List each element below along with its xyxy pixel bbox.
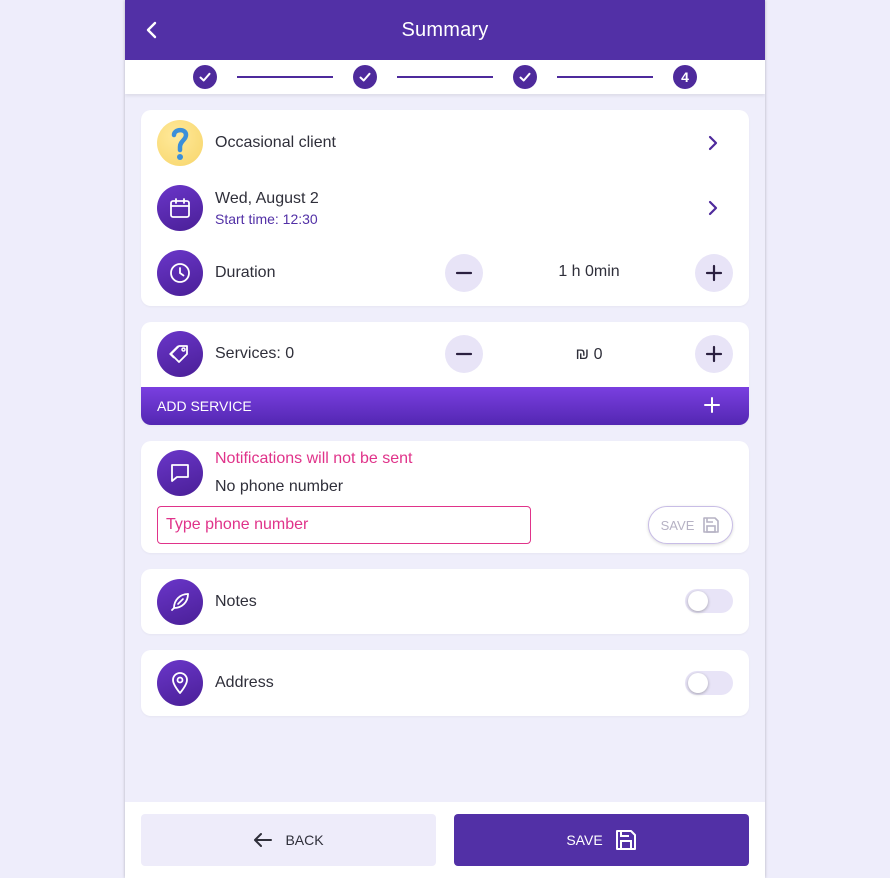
feather-pen-icon [157, 579, 203, 625]
decrease-services-button[interactable] [445, 335, 483, 373]
address-card: Address [141, 650, 749, 716]
calendar-icon [157, 185, 203, 231]
save-phone-button[interactable]: SAVE [648, 506, 733, 544]
page-title: Summary [401, 18, 489, 41]
header-bar: Summary [125, 0, 765, 60]
check-icon [519, 72, 531, 82]
question-mark-icon [157, 120, 203, 166]
date-row[interactable]: Wed, August 2 Start time: 12:30 [141, 175, 749, 240]
duration-row: Duration 1 h 0min [141, 240, 749, 305]
plus-icon [704, 397, 720, 413]
price-tag-icon [157, 331, 203, 377]
toggle-knob [688, 673, 708, 693]
step-3-complete [513, 65, 537, 89]
save-button-label: SAVE [566, 832, 603, 848]
address-toggle[interactable] [685, 671, 733, 695]
back-button[interactable]: BACK [141, 814, 436, 866]
back-button-label: BACK [285, 832, 324, 848]
step-number: 4 [681, 69, 689, 85]
notifications-warning: Notifications will not be sent [215, 450, 413, 467]
services-price: ₪ 0 [575, 346, 603, 363]
start-time: Start time: 12:30 [215, 211, 318, 227]
client-row[interactable]: Occasional client [141, 110, 749, 175]
appointment-date: Wed, August 2 [215, 190, 319, 207]
increase-duration-button[interactable] [695, 254, 733, 292]
step-connector [557, 76, 653, 78]
plus-icon [705, 345, 723, 363]
step-connector [237, 76, 333, 78]
floppy-disk-icon [703, 517, 720, 533]
save-button[interactable]: SAVE [454, 814, 749, 866]
chevron-left-icon [146, 21, 157, 39]
toggle-knob [688, 591, 708, 611]
step-connector [397, 76, 493, 78]
duration-value: 1 h 0min [558, 263, 620, 280]
check-icon [359, 72, 371, 82]
services-row: Services: 0 ₪ 0 [141, 322, 749, 387]
duration-label: Duration [215, 264, 276, 281]
appointment-card: Occasional client Wed, August 2 Start ti… [141, 110, 749, 306]
chevron-right-icon[interactable] [701, 196, 725, 220]
decrease-duration-button[interactable] [445, 254, 483, 292]
add-service-label: ADD SERVICE [157, 398, 252, 414]
add-service-button[interactable]: ADD SERVICE [141, 387, 749, 425]
step-4-current: 4 [673, 65, 697, 89]
plus-icon [705, 264, 723, 282]
notifications-card: Notifications will not be sent No phone … [141, 441, 749, 553]
increase-services-button[interactable] [695, 335, 733, 373]
minus-icon [455, 271, 473, 275]
step-1-complete [193, 65, 217, 89]
services-count-label: Services: 0 [215, 345, 295, 362]
save-phone-label: SAVE [660, 517, 695, 533]
services-card: Services: 0 ₪ 0 ADD SERVICE [141, 322, 749, 425]
clock-icon [157, 250, 203, 296]
back-arrow-button[interactable] [137, 15, 167, 45]
chat-bubble-icon [157, 450, 203, 496]
notes-card: Notes [141, 569, 749, 634]
map-pin-icon [157, 660, 203, 706]
client-type-label: Occasional client [215, 134, 336, 151]
footer-bar: BACK SAVE [125, 802, 765, 878]
progress-stepper: 4 [125, 60, 765, 94]
notes-label: Notes [215, 593, 257, 610]
notes-toggle[interactable] [685, 589, 733, 613]
step-2-complete [353, 65, 377, 89]
phone-number-input[interactable] [157, 506, 531, 544]
address-label: Address [215, 674, 274, 691]
app-screen: Summary 4 Occasional client Wed, August … [125, 0, 765, 878]
floppy-disk-icon [615, 830, 636, 850]
chevron-right-icon[interactable] [701, 131, 725, 155]
arrow-left-icon [254, 833, 273, 847]
minus-icon [455, 352, 473, 356]
no-phone-label: No phone number [215, 478, 344, 495]
check-icon [199, 72, 211, 82]
